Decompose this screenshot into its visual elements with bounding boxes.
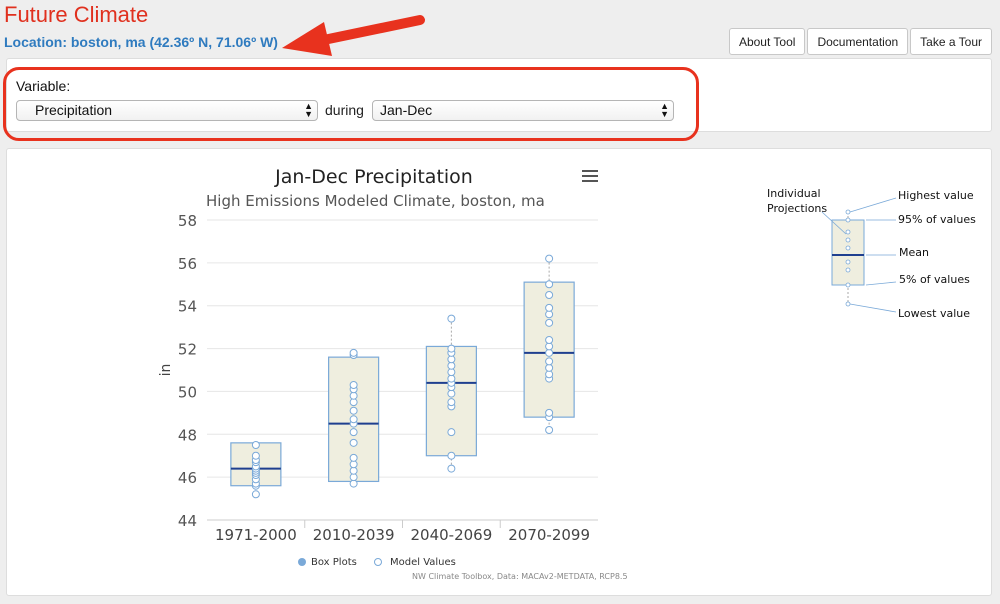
key-label-mean: Mean	[899, 246, 929, 259]
variable-select[interactable]: Precipitation ▲ ▼	[16, 100, 318, 121]
key-label-lowest: Lowest value	[898, 307, 971, 320]
documentation-button[interactable]: Documentation	[807, 28, 909, 55]
chart-title: Jan-Dec Precipitation	[275, 166, 473, 188]
legend-model-values[interactable]: Model Values	[374, 557, 456, 568]
key-label-5: 5% of values	[899, 273, 970, 286]
take-a-tour-button[interactable]: Take a Tour	[910, 28, 992, 55]
about-tool-button[interactable]: About Tool	[728, 28, 806, 55]
select-arrows-icon: ▲ ▼	[660, 101, 669, 119]
variable-label: Variable:	[16, 78, 71, 94]
legend-model-values-marker	[374, 558, 382, 566]
legend-model-values-label: Model Values	[390, 557, 456, 568]
chart-credits: NW Climate Toolbox, Data: MACAv2-METDATA…	[412, 572, 628, 581]
key-label-projections: Individual Projections	[767, 187, 828, 215]
season-select-value: Jan-Dec	[380, 102, 433, 118]
season-select[interactable]: Jan-Dec ▲ ▼	[372, 100, 674, 121]
key-label-95: 95% of values	[898, 213, 976, 226]
app-title: Future Climate	[4, 2, 149, 27]
red-arrow-annotation	[282, 15, 425, 56]
select-arrows-icon: ▲ ▼	[304, 101, 313, 119]
legend-box-plots[interactable]: Box Plots	[298, 557, 357, 568]
variable-select-value: Precipitation	[35, 102, 113, 118]
location-text: Location: boston, ma (42.36º N, 71.06º W…	[4, 34, 278, 50]
key-label-highest: Highest value	[898, 189, 974, 202]
legend-box-plots-marker	[298, 558, 306, 566]
top-button-group: About Tool Documentation Take a Tour	[728, 28, 992, 55]
legend-box-plots-label: Box Plots	[311, 557, 357, 568]
hamburger-menu-icon[interactable]	[582, 170, 598, 184]
during-label: during	[325, 102, 364, 118]
chart-subtitle: High Emissions Modeled Climate, boston, …	[206, 192, 545, 210]
